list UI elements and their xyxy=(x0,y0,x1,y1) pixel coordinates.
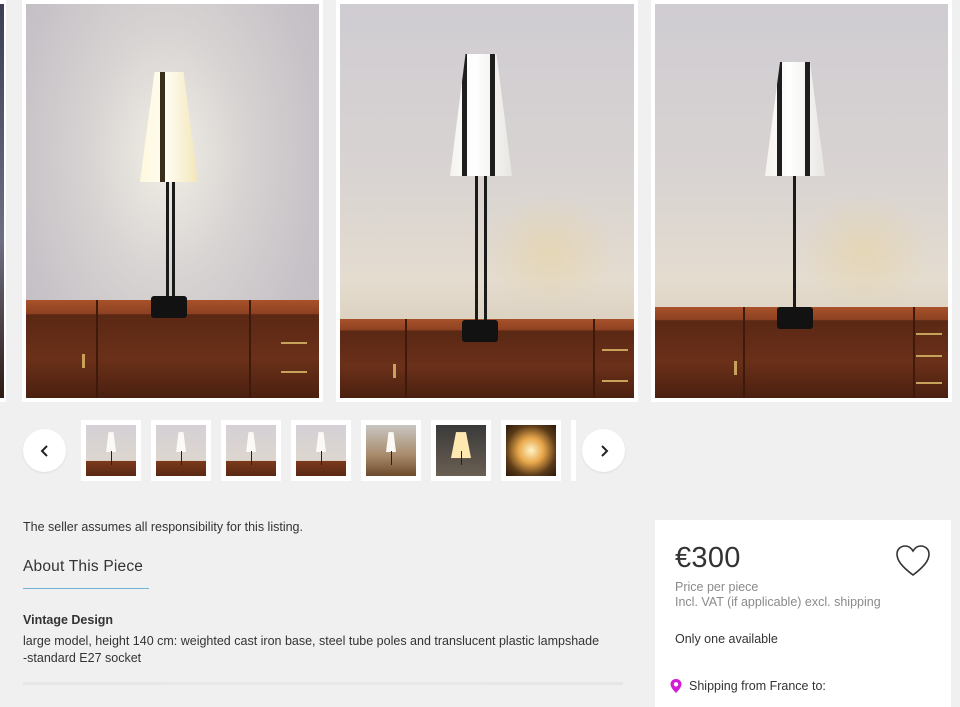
seller-disclaimer: The seller assumes all responsibility fo… xyxy=(23,520,303,534)
about-section-heading: About This Piece xyxy=(23,558,144,575)
shipping-label: Shipping from France to: xyxy=(689,679,826,693)
price-unit-note: Price per piece xyxy=(675,580,759,594)
about-heading-underline xyxy=(23,588,149,589)
thumbnail-7[interactable] xyxy=(501,420,561,481)
purchase-card: €300 Price per piece Incl. VAT (if appli… xyxy=(655,520,951,707)
vat-note: Incl. VAT (if applicable) excl. shipping xyxy=(675,595,881,609)
description-title: Vintage Design xyxy=(23,613,114,627)
chevron-right-icon xyxy=(600,444,608,457)
thumbnail-5[interactable] xyxy=(361,420,421,481)
shipping-origin[interactable]: Shipping from France to: xyxy=(669,678,826,694)
gallery-photo-3[interactable] xyxy=(651,0,952,402)
heart-icon xyxy=(896,545,930,577)
description-line-2: -standard E27 socket xyxy=(23,651,142,665)
gallery-photo-partial[interactable] xyxy=(0,0,6,402)
thumbnail-partial[interactable] xyxy=(571,420,576,481)
thumbnail-2[interactable] xyxy=(151,420,211,481)
previous-photo-button[interactable] xyxy=(23,429,66,472)
thumbnail-strip xyxy=(0,420,640,482)
thumbnail-3[interactable] xyxy=(221,420,281,481)
gallery-photo-2[interactable] xyxy=(336,0,638,402)
favorite-button[interactable] xyxy=(895,544,931,578)
availability-status: Only one available xyxy=(675,632,778,646)
gallery-photo-1[interactable] xyxy=(22,0,323,402)
description-body: large model, height 140 cm: weighted cas… xyxy=(23,633,623,667)
price: €300 xyxy=(675,542,741,574)
thumbnail-1[interactable] xyxy=(81,420,141,481)
thumbnail-4[interactable] xyxy=(291,420,351,481)
description-fade-divider xyxy=(23,682,623,685)
photo-gallery xyxy=(0,0,960,402)
description-line-1: large model, height 140 cm: weighted cas… xyxy=(23,634,600,648)
location-pin-icon xyxy=(670,679,682,693)
thumbnail-6[interactable] xyxy=(431,420,491,481)
next-photo-button[interactable] xyxy=(582,429,625,472)
chevron-left-icon xyxy=(40,444,48,457)
